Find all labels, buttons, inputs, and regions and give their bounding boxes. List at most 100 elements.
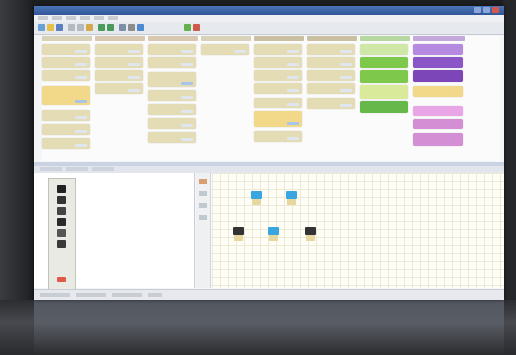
menu-item[interactable] bbox=[94, 16, 104, 20]
task-card[interactable] bbox=[413, 119, 463, 129]
task-card[interactable] bbox=[413, 133, 463, 146]
task-card[interactable] bbox=[413, 86, 463, 97]
designer-tab[interactable] bbox=[40, 167, 62, 171]
minimize-button[interactable] bbox=[474, 7, 481, 13]
task-card[interactable] bbox=[148, 132, 196, 143]
task-card[interactable] bbox=[254, 44, 302, 55]
menu-item[interactable] bbox=[52, 16, 62, 20]
board-column bbox=[42, 36, 92, 43]
menu-item[interactable] bbox=[38, 16, 48, 20]
task-card[interactable] bbox=[95, 83, 143, 94]
task-card[interactable] bbox=[360, 101, 408, 113]
task-card[interactable] bbox=[201, 44, 249, 55]
zoom-icon[interactable] bbox=[119, 24, 126, 31]
status-item bbox=[112, 293, 142, 297]
task-card[interactable] bbox=[148, 72, 196, 87]
board-column bbox=[360, 36, 410, 43]
diagram-node[interactable] bbox=[305, 227, 316, 241]
note-icon[interactable] bbox=[57, 240, 66, 248]
task-card[interactable] bbox=[148, 118, 196, 129]
task-card[interactable] bbox=[148, 104, 196, 115]
menu-item[interactable] bbox=[80, 16, 90, 20]
flag-icon[interactable] bbox=[193, 24, 200, 31]
task-card[interactable] bbox=[307, 70, 355, 81]
settings-icon[interactable] bbox=[128, 24, 135, 31]
task-icon[interactable] bbox=[57, 196, 66, 204]
diagram-node[interactable] bbox=[268, 227, 279, 241]
task-card[interactable] bbox=[95, 70, 143, 81]
task-card[interactable] bbox=[254, 57, 302, 68]
connector-icon[interactable] bbox=[57, 229, 66, 237]
task-card[interactable] bbox=[148, 90, 196, 101]
save-icon[interactable] bbox=[56, 24, 63, 31]
open-icon[interactable] bbox=[47, 24, 54, 31]
task-board bbox=[42, 36, 500, 161]
pointer-icon[interactable] bbox=[57, 185, 66, 193]
board-column bbox=[148, 36, 198, 43]
task-card[interactable] bbox=[413, 44, 463, 55]
diagram-node[interactable] bbox=[251, 191, 262, 205]
gateway-icon[interactable] bbox=[57, 207, 66, 215]
task-card[interactable] bbox=[360, 57, 408, 68]
task-card[interactable] bbox=[413, 57, 463, 68]
ruler-icon[interactable] bbox=[199, 203, 207, 208]
event-icon[interactable] bbox=[57, 218, 66, 226]
ruler-icon[interactable] bbox=[199, 215, 207, 220]
task-card[interactable] bbox=[42, 86, 90, 105]
copy-icon[interactable] bbox=[77, 24, 84, 31]
task-card[interactable] bbox=[148, 44, 196, 55]
task-card[interactable] bbox=[42, 110, 90, 121]
task-card[interactable] bbox=[254, 98, 302, 108]
board-column bbox=[201, 36, 251, 43]
task-card[interactable] bbox=[307, 98, 355, 109]
task-card[interactable] bbox=[307, 44, 355, 55]
designer-tab[interactable] bbox=[66, 167, 88, 171]
maximize-button[interactable] bbox=[483, 7, 490, 13]
column-header bbox=[42, 36, 92, 41]
column-header bbox=[95, 36, 145, 41]
ruler-icon[interactable] bbox=[199, 191, 207, 196]
task-card[interactable] bbox=[148, 57, 196, 68]
column-header bbox=[307, 36, 357, 41]
task-card[interactable] bbox=[254, 111, 302, 127]
delete-icon[interactable] bbox=[57, 277, 66, 282]
designer-toolbar bbox=[34, 166, 504, 173]
task-card[interactable] bbox=[307, 57, 355, 68]
task-card[interactable] bbox=[254, 131, 302, 142]
undo-icon[interactable] bbox=[98, 24, 105, 31]
task-card[interactable] bbox=[42, 70, 90, 81]
main-toolbar bbox=[34, 22, 504, 35]
close-button[interactable] bbox=[492, 7, 499, 13]
new-icon[interactable] bbox=[38, 24, 45, 31]
task-card[interactable] bbox=[307, 83, 355, 94]
column-header bbox=[254, 36, 304, 41]
task-card[interactable] bbox=[95, 57, 143, 68]
help-icon[interactable] bbox=[137, 24, 144, 31]
diagram-node[interactable] bbox=[233, 227, 244, 241]
paste-icon[interactable] bbox=[86, 24, 93, 31]
task-card[interactable] bbox=[360, 70, 408, 83]
task-card[interactable] bbox=[254, 70, 302, 81]
task-card[interactable] bbox=[360, 85, 408, 99]
diagram-node[interactable] bbox=[286, 191, 297, 205]
task-card[interactable] bbox=[42, 44, 90, 55]
menu-item[interactable] bbox=[66, 16, 76, 20]
cut-icon[interactable] bbox=[68, 24, 75, 31]
column-header bbox=[360, 36, 410, 41]
menu-item[interactable] bbox=[108, 16, 118, 20]
redo-icon[interactable] bbox=[107, 24, 114, 31]
task-card[interactable] bbox=[413, 70, 463, 82]
task-card[interactable] bbox=[42, 57, 90, 68]
ruler-icon[interactable] bbox=[199, 179, 207, 184]
task-card[interactable] bbox=[95, 44, 143, 55]
task-card[interactable] bbox=[254, 83, 302, 94]
shape-palette bbox=[48, 178, 76, 290]
task-card[interactable] bbox=[413, 106, 463, 116]
task-card[interactable] bbox=[42, 138, 90, 149]
designer-tab[interactable] bbox=[92, 167, 114, 171]
status-bar bbox=[34, 289, 504, 300]
task-card[interactable] bbox=[360, 44, 408, 55]
task-card[interactable] bbox=[42, 124, 90, 135]
check-icon[interactable] bbox=[184, 24, 191, 31]
title-bar bbox=[34, 6, 504, 15]
